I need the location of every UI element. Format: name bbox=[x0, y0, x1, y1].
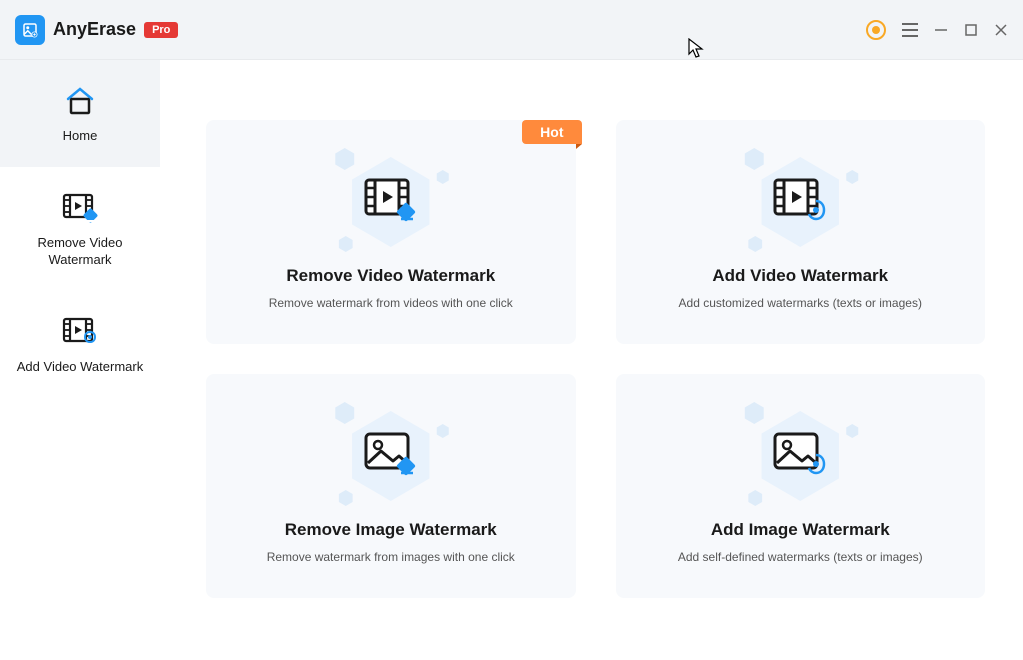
card-icon-wrap bbox=[735, 152, 865, 252]
menu-icon[interactable] bbox=[902, 23, 918, 37]
hot-badge: Hot bbox=[522, 120, 581, 144]
pro-badge: Pro bbox=[144, 22, 178, 38]
card-icon-wrap bbox=[326, 152, 456, 252]
logo-wrap: AnyErase Pro bbox=[15, 15, 178, 45]
sidebar-item-remove-video[interactable]: Remove Video Watermark bbox=[0, 167, 160, 291]
sidebar-item-label: Add Video Watermark bbox=[17, 359, 143, 376]
video-add-icon bbox=[60, 313, 100, 353]
card-remove-image-watermark[interactable]: Remove Image Watermark Remove watermark … bbox=[206, 374, 576, 598]
card-add-image-watermark[interactable]: Add Image Watermark Add self-defined wat… bbox=[616, 374, 986, 598]
card-title: Add Video Watermark bbox=[712, 266, 888, 286]
card-title: Remove Video Watermark bbox=[286, 266, 495, 286]
card-remove-video-watermark[interactable]: Hot Remove Video Watermark Remove waterm… bbox=[206, 120, 576, 344]
sidebar-item-label: Remove Video Watermark bbox=[10, 235, 150, 269]
sidebar-item-label: Home bbox=[63, 128, 98, 145]
card-desc: Remove watermark from videos with one cl… bbox=[269, 296, 513, 310]
card-desc: Add self-defined watermarks (texts or im… bbox=[678, 550, 923, 564]
card-add-video-watermark[interactable]: Add Video Watermark Add customized water… bbox=[616, 120, 986, 344]
video-remove-icon bbox=[60, 189, 100, 229]
maximize-button[interactable] bbox=[964, 23, 978, 37]
card-grid: Hot Remove Video Watermark Remove waterm… bbox=[206, 120, 985, 598]
card-icon-wrap bbox=[326, 406, 456, 506]
header: AnyErase Pro bbox=[0, 0, 1023, 60]
home-icon bbox=[60, 82, 100, 122]
video-remove-large-icon bbox=[363, 177, 419, 228]
card-desc: Add customized watermarks (texts or imag… bbox=[679, 296, 922, 310]
card-desc: Remove watermark from images with one cl… bbox=[267, 550, 515, 564]
user-icon[interactable] bbox=[866, 20, 886, 40]
card-icon-wrap bbox=[735, 406, 865, 506]
sidebar: Home Remove Video Watermark Add Video Wa… bbox=[0, 60, 160, 660]
close-button[interactable] bbox=[994, 23, 1008, 37]
image-add-large-icon bbox=[772, 431, 828, 482]
app-logo-icon bbox=[15, 15, 45, 45]
header-controls bbox=[866, 20, 1008, 40]
image-remove-large-icon bbox=[363, 431, 419, 482]
video-add-large-icon bbox=[772, 177, 828, 228]
app-name: AnyErase bbox=[53, 19, 136, 40]
main-area: Hot Remove Video Watermark Remove waterm… bbox=[160, 60, 1023, 660]
minimize-button[interactable] bbox=[934, 23, 948, 37]
sidebar-item-home[interactable]: Home bbox=[0, 60, 160, 167]
card-title: Remove Image Watermark bbox=[285, 520, 497, 540]
sidebar-item-add-video[interactable]: Add Video Watermark bbox=[0, 291, 160, 398]
card-title: Add Image Watermark bbox=[711, 520, 890, 540]
